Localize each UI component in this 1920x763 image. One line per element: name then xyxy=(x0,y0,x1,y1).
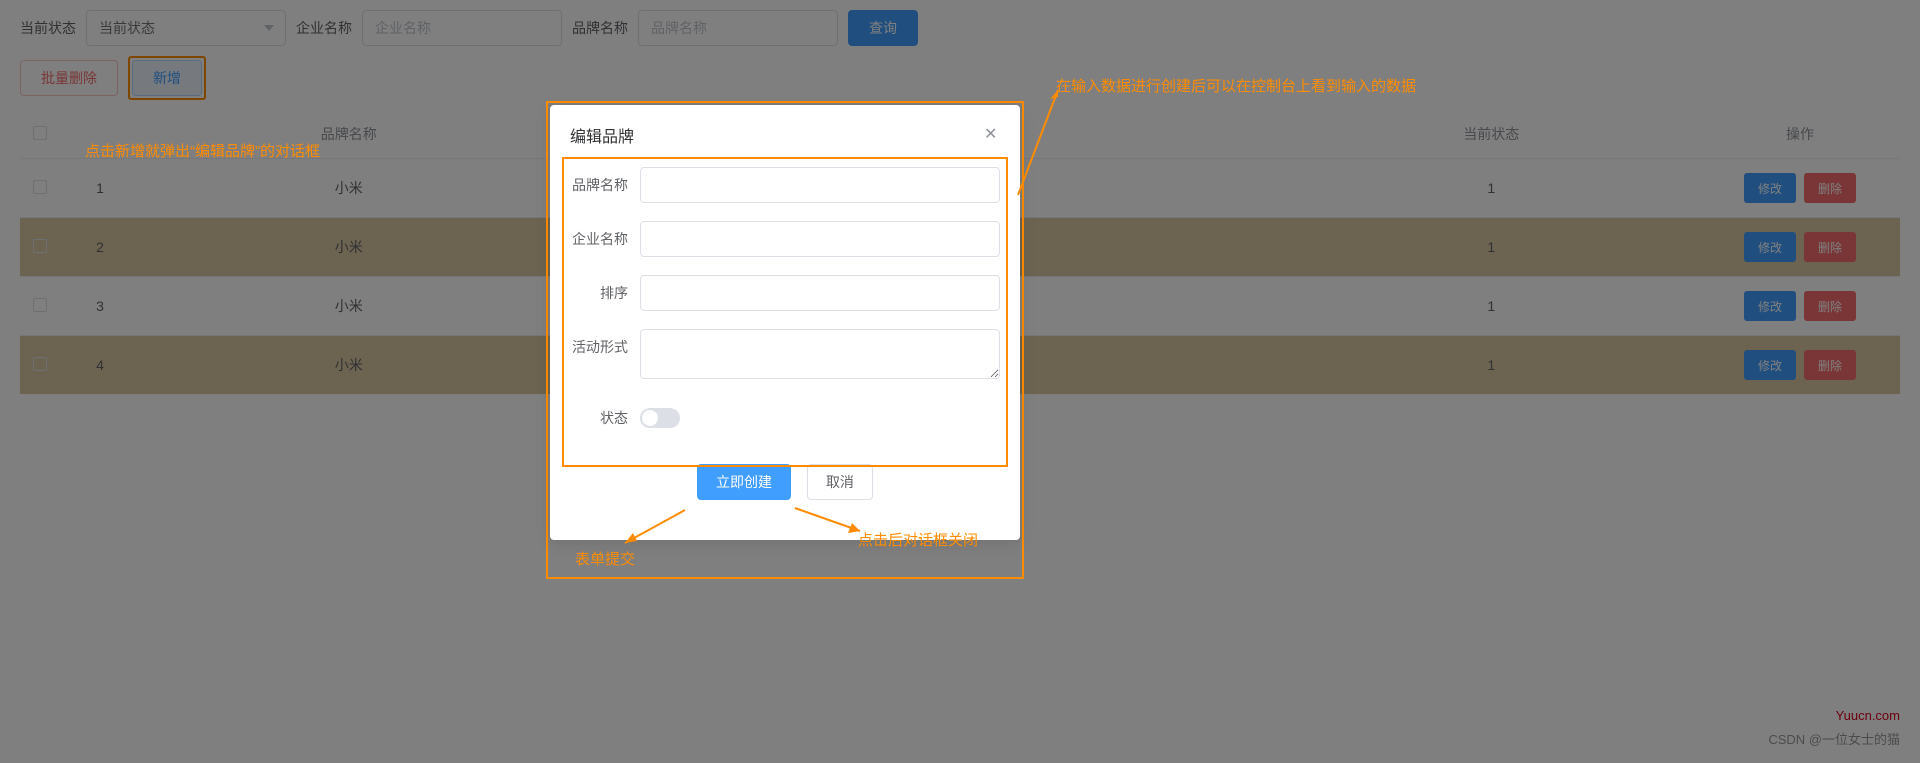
dialog-status-switch[interactable] xyxy=(640,408,680,428)
dialog-brand-input[interactable] xyxy=(640,167,1000,203)
submit-button[interactable]: 立即创建 xyxy=(697,464,791,500)
field-label-status: 状态 xyxy=(570,400,640,436)
field-label-order: 排序 xyxy=(570,275,640,311)
field-label-activity: 活动形式 xyxy=(570,329,640,365)
dialog-order-input[interactable] xyxy=(640,275,1000,311)
cancel-button[interactable]: 取消 xyxy=(807,464,873,500)
close-icon[interactable]: ✕ xyxy=(984,127,1000,143)
dialog-title: 编辑品牌 xyxy=(570,123,634,147)
edit-brand-dialog: 编辑品牌 ✕ 品牌名称 企业名称 排序 活动形式 状态 立即创建 取消 xyxy=(550,105,1020,540)
field-label-brand: 品牌名称 xyxy=(570,167,640,203)
dialog-company-input[interactable] xyxy=(640,221,1000,257)
field-label-company: 企业名称 xyxy=(570,221,640,257)
dialog-activity-textarea[interactable] xyxy=(640,329,1000,379)
